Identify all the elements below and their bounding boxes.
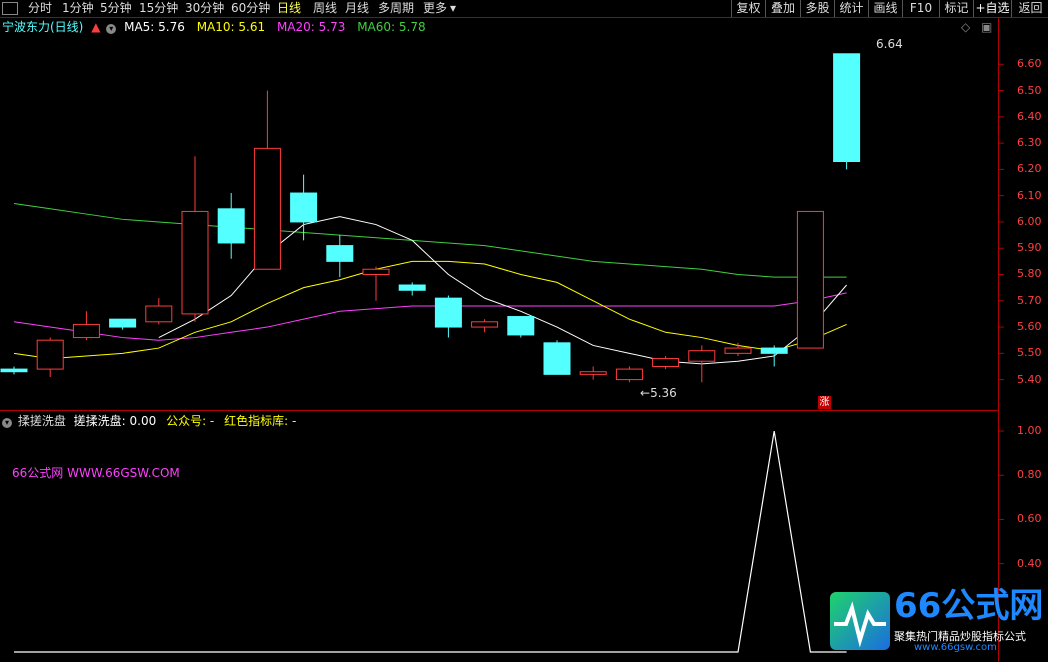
candle-up bbox=[615, 368, 643, 381]
candle-down bbox=[0, 368, 28, 373]
candle-down bbox=[543, 342, 571, 375]
indicator-title-bar: ▾ 揉搓洗盘 搓揉洗盘: 0.00 公众号: - 红色指标库: - bbox=[2, 413, 296, 429]
zhang-badge: 涨 bbox=[818, 396, 831, 409]
candle-down bbox=[760, 347, 788, 354]
candle-down bbox=[109, 318, 137, 328]
price-tick-label: 5.70 bbox=[1017, 293, 1042, 307]
candle-up bbox=[796, 210, 824, 349]
candle-up bbox=[724, 347, 752, 354]
indicator-tick-label: 0.80 bbox=[1017, 468, 1042, 482]
price-tick-label: 5.80 bbox=[1017, 267, 1042, 281]
gzh-label: 公众号: - bbox=[166, 414, 215, 428]
indicator-tick-label: 1.00 bbox=[1017, 424, 1042, 438]
watermark-site: 66公式网 WWW.66GSW.COM bbox=[12, 466, 180, 480]
price-tick-label: 6.00 bbox=[1017, 214, 1042, 228]
candle-down bbox=[326, 245, 354, 262]
candle-up bbox=[72, 323, 100, 339]
candle-down bbox=[833, 53, 861, 163]
ma60-line bbox=[13, 203, 847, 278]
price-tick-label: 6.50 bbox=[1017, 83, 1042, 97]
candle-up bbox=[688, 350, 716, 362]
candle-up bbox=[579, 371, 607, 375]
indicator-line bbox=[14, 430, 847, 653]
high-price-label: 6.64 bbox=[876, 37, 903, 51]
candle-up bbox=[145, 305, 173, 323]
price-tick-label: 6.40 bbox=[1017, 109, 1042, 123]
candle-up bbox=[253, 147, 281, 270]
candle-up bbox=[36, 339, 64, 370]
candle-down bbox=[434, 297, 462, 328]
low-price-label: ←5.36 bbox=[640, 386, 677, 400]
ma20-line bbox=[13, 292, 847, 341]
candle-up bbox=[652, 358, 680, 367]
price-tick-label: 6.60 bbox=[1017, 57, 1042, 71]
indicator-name: 揉搓洗盘 bbox=[17, 414, 66, 428]
logo-url: www.66gsw.com bbox=[914, 642, 997, 653]
price-tick-label: 6.10 bbox=[1017, 188, 1042, 202]
indicator-tick-label: 0.40 bbox=[1017, 556, 1042, 570]
candle-up bbox=[362, 268, 390, 275]
price-tick-label: 5.90 bbox=[1017, 241, 1042, 255]
price-tick-label: 5.40 bbox=[1017, 372, 1042, 386]
logo-mark-icon bbox=[830, 592, 890, 650]
indicator-tick-label: 0.60 bbox=[1017, 512, 1042, 526]
price-tick-label: 5.60 bbox=[1017, 320, 1042, 334]
candle-down bbox=[217, 208, 245, 244]
kline-chart[interactable] bbox=[0, 0, 1048, 662]
ma10-line bbox=[13, 260, 847, 360]
brand-logo: 66公式网 聚集热门精品炒股指标公式 www.66gsw.com bbox=[830, 586, 1048, 662]
candle-down bbox=[398, 284, 426, 291]
price-tick-label: 5.50 bbox=[1017, 346, 1042, 360]
lib-label: 红色指标库: - bbox=[224, 414, 297, 428]
indicator-menu-icon[interactable]: ▾ bbox=[2, 418, 12, 428]
candle-up bbox=[471, 321, 499, 328]
candle-up bbox=[181, 210, 209, 315]
low-price-value: 5.36 bbox=[650, 386, 677, 400]
candle-down bbox=[507, 316, 535, 336]
price-tick-label: 6.30 bbox=[1017, 136, 1042, 150]
candle-down bbox=[290, 192, 318, 223]
price-tick-label: 6.20 bbox=[1017, 162, 1042, 176]
logo-brand: 66公式网 bbox=[894, 586, 1044, 626]
indicator-line-label: 搓揉洗盘: 0.00 bbox=[73, 414, 157, 428]
